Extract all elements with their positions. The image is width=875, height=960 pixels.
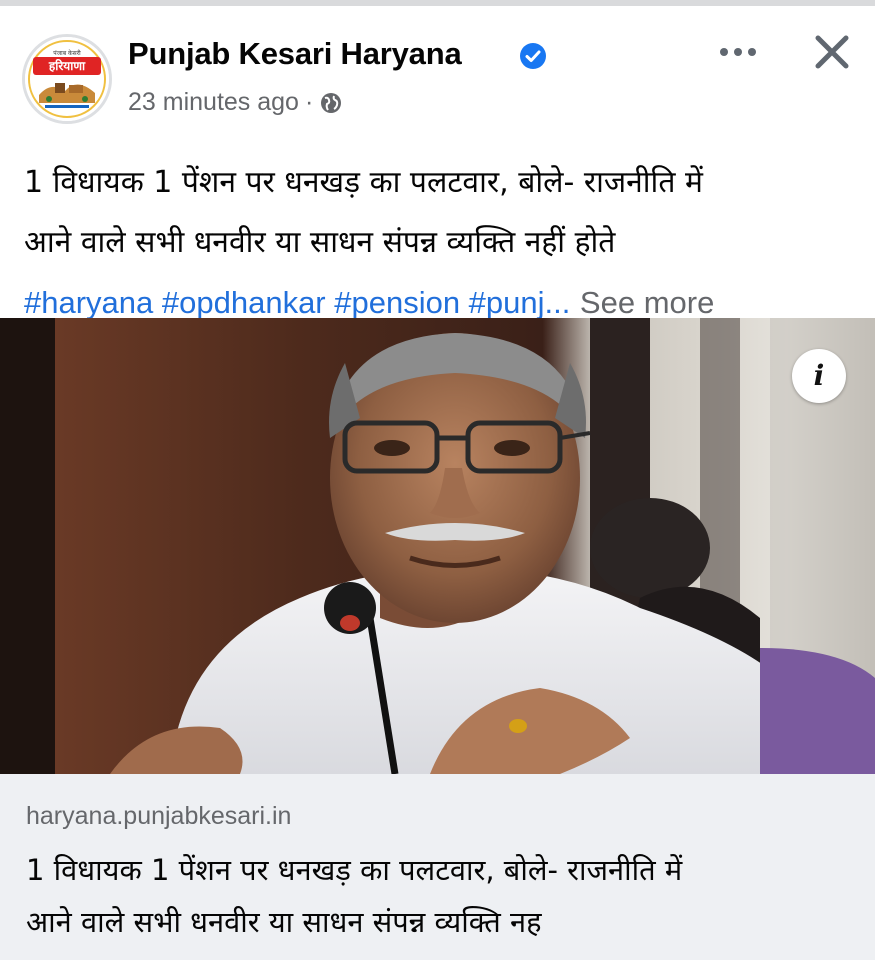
globe-icon bbox=[319, 91, 343, 115]
post-header: पंजाब केसरी हरियाणा Punjab Kesari Haryan… bbox=[0, 6, 875, 136]
link-preview-card[interactable]: haryana.punjabkesari.in 1 विधायक 1 पेंशन… bbox=[0, 774, 875, 960]
post-timestamp[interactable]: 23 minutes ago bbox=[128, 88, 299, 117]
caption-line-2: आने वाले सभी धनवीर या साधन संपन्न व्यक्त… bbox=[24, 225, 616, 260]
see-more-link[interactable]: See more bbox=[580, 285, 714, 320]
avatar-logo-image: पंजाब केसरी हरियाणा bbox=[25, 37, 109, 121]
caption-line-1: 1 विधायक 1 पेंशन पर धनखड़ का पलटवार, बोल… bbox=[24, 165, 703, 200]
post-meta: 23 minutes ago · bbox=[128, 88, 343, 117]
link-title-line-2: आने वाले सभी धनवीर या साधन संपन्न व्यक्त… bbox=[26, 905, 542, 939]
link-title: 1 विधायक 1 पेंशन पर धनखड़ का पलटवार, बोल… bbox=[26, 844, 856, 948]
close-icon[interactable] bbox=[808, 28, 856, 76]
hashtags-link[interactable]: #haryana #opdhankar #pension #punj... bbox=[24, 285, 570, 320]
link-domain: haryana.punjabkesari.in bbox=[26, 802, 292, 830]
meta-separator: · bbox=[304, 88, 314, 116]
page-avatar[interactable]: पंजाब केसरी हरियाणा bbox=[22, 34, 112, 124]
post-photo[interactable] bbox=[0, 318, 875, 774]
more-options-icon[interactable] bbox=[713, 32, 763, 72]
link-title-line-1: 1 विधायक 1 पेंशन पर धनखड़ का पलटवार, बोल… bbox=[26, 853, 683, 887]
verified-badge-icon bbox=[520, 43, 546, 69]
avatar-small-text: पंजाब केसरी bbox=[53, 49, 81, 57]
info-glyph: i bbox=[813, 359, 825, 392]
photo-image bbox=[0, 318, 875, 774]
avatar-main-text: हरियाणा bbox=[48, 59, 86, 73]
post-caption: 1 विधायक 1 पेंशन पर धनखड़ का पलटवार, बोल… bbox=[24, 153, 854, 334]
page-name[interactable]: Punjab Kesari Haryana bbox=[128, 36, 462, 72]
info-icon[interactable]: i bbox=[792, 349, 846, 403]
